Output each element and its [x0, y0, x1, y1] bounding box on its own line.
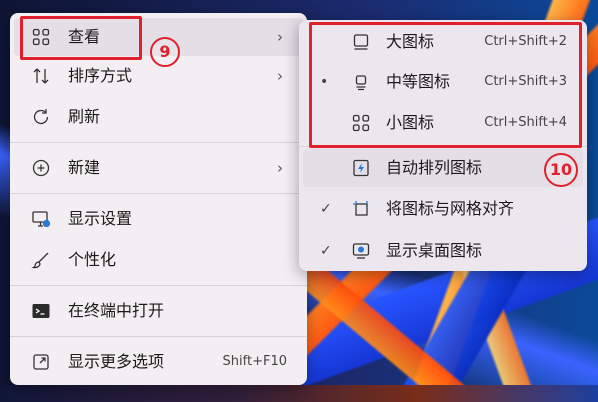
menu-item-label: 个性化: [68, 250, 117, 269]
chevron-right-icon: ›: [277, 159, 283, 177]
chevron-right-icon: ›: [277, 67, 283, 85]
menu-item-label: 新建: [68, 158, 101, 177]
menu-item-label: 排序方式: [68, 66, 133, 85]
menu-separator: [10, 193, 307, 194]
menu-item-label: 显示设置: [68, 209, 133, 228]
menu-item-label: 显示更多选项: [68, 352, 165, 371]
menu-separator: [10, 336, 307, 337]
menu-separator: [10, 142, 307, 143]
submenu-item-auto-arrange[interactable]: 自动排列图标: [303, 149, 583, 187]
sort-icon: [33, 68, 49, 84]
highlight-box-view: [20, 16, 142, 60]
wallpaper-accent: [300, 270, 598, 402]
align-grid-icon: [353, 201, 368, 216]
menu-item-refresh[interactable]: 刷新: [14, 98, 303, 136]
desktop-context-menu: 查看 › 排序方式 › 刷新 新建 › 显示设置 个性化 在终端中打开 显示更多…: [10, 13, 307, 385]
brush-icon: [31, 252, 49, 269]
checkmark-icon: ✓: [320, 243, 332, 259]
menu-item-new[interactable]: 新建 ›: [14, 149, 303, 187]
refresh-icon: [33, 109, 49, 125]
checkmark-icon: ✓: [320, 201, 332, 217]
wallpaper-bottom: [0, 385, 598, 402]
menu-separator: [10, 285, 307, 286]
menu-item-shortcut: Shift+F10: [222, 354, 287, 369]
highlight-box-icon-sizes: [309, 22, 582, 148]
display-settings-icon: [32, 211, 51, 228]
plus-circle-icon: [32, 159, 50, 177]
annotation-badge-10: 10: [544, 153, 578, 187]
auto-arrange-icon: [353, 159, 369, 177]
chevron-right-icon: ›: [277, 28, 283, 46]
menu-item-label: 在终端中打开: [68, 301, 165, 320]
desktop-icons-icon: [352, 243, 370, 259]
terminal-icon: [32, 304, 50, 318]
submenu-item-label: 将图标与网格对齐: [386, 199, 515, 218]
menu-item-show-more-options[interactable]: 显示更多选项 Shift+F10: [14, 343, 303, 381]
open-external-icon: [33, 354, 49, 370]
menu-item-open-terminal[interactable]: 在终端中打开: [14, 292, 303, 330]
annotation-badge-9: 9: [150, 37, 180, 67]
menu-item-label: 刷新: [68, 107, 101, 126]
submenu-item-label: 自动排列图标: [386, 158, 483, 177]
submenu-item-align-to-grid[interactable]: ✓ 将图标与网格对齐: [303, 190, 583, 228]
submenu-item-label: 显示桌面图标: [386, 241, 483, 260]
menu-item-display-settings[interactable]: 显示设置: [14, 200, 303, 238]
menu-item-personalize[interactable]: 个性化: [14, 241, 303, 279]
submenu-item-show-desktop-icons[interactable]: ✓ 显示桌面图标: [303, 232, 583, 270]
